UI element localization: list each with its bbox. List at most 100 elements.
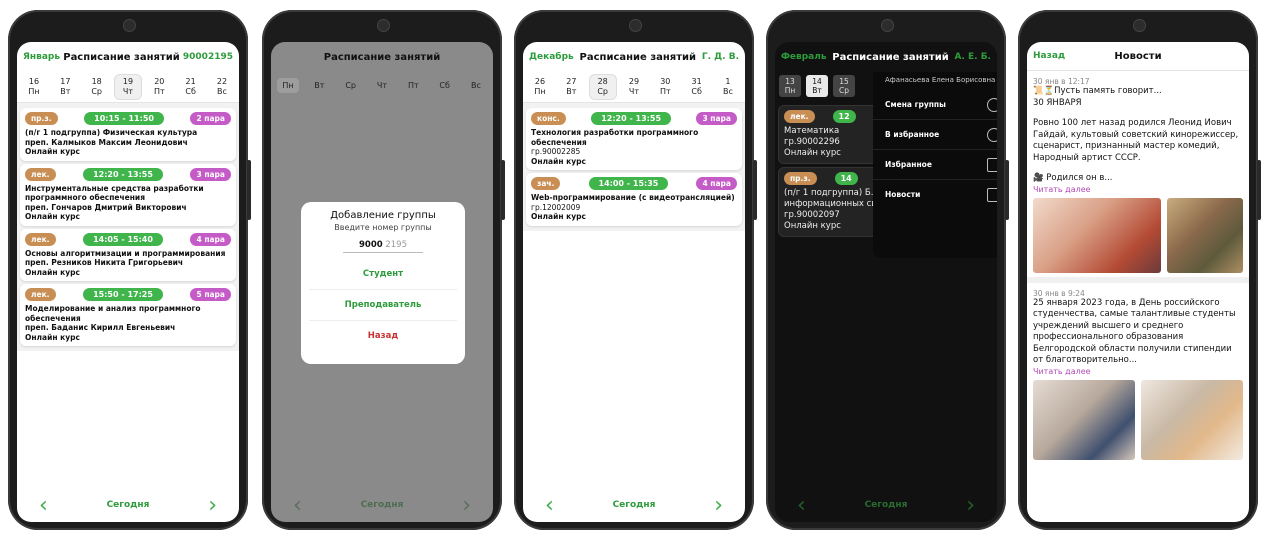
news-line: 25 января 2023 года, в День российского …: [1033, 297, 1236, 366]
user-name: Афанасьева Елена Борисовна: [885, 76, 996, 84]
day-tab-selected[interactable]: 28 Ср: [589, 75, 616, 99]
back-button[interactable]: Назад: [309, 321, 457, 351]
news-date: 30 янв в 9:24: [1033, 288, 1085, 298]
menu-item-favorites[interactable]: Избранное: [873, 150, 997, 180]
today-button[interactable]: Сегодня: [361, 500, 404, 510]
day-tab[interactable]: Пт: [402, 81, 424, 90]
day-tab[interactable]: 20 Пт: [146, 77, 172, 97]
lesson-card[interactable]: лек. 15:50 - 17:25 5 пара Моделирование и …: [20, 284, 236, 346]
lesson-type-badge: пр.з.: [25, 112, 58, 125]
page-title: Расписание занятий: [63, 51, 180, 63]
chevron-left-icon[interactable]: ‹: [39, 493, 48, 518]
day-tab[interactable]: 18 Ср: [84, 77, 110, 97]
day-tab[interactable]: 13 Пн: [779, 75, 801, 97]
chevron-left-icon[interactable]: ‹: [293, 493, 302, 518]
day-of-week: Чт: [628, 87, 640, 96]
chevron-left-icon[interactable]: ‹: [545, 493, 554, 518]
read-more-link[interactable]: Читать далее: [1033, 367, 1243, 376]
day-tab[interactable]: 15 Ср: [833, 75, 855, 97]
today-button[interactable]: Сегодня: [865, 500, 908, 510]
day-number: 20: [154, 77, 165, 86]
header: Расписание занятий: [271, 42, 493, 72]
target-icon: [987, 127, 997, 142]
day-tab[interactable]: 26 Пн: [527, 77, 553, 97]
menu-item-add-favorite[interactable]: В избранное: [873, 120, 997, 150]
lesson-card[interactable]: лек. 12:20 - 13:55 3 пара Инструментальные…: [20, 163, 236, 226]
day-tab[interactable]: 31 Сб: [684, 77, 710, 97]
phone-add-group: Расписание занятий Пн Вт Ср Чт Пт Сб Вс …: [262, 10, 505, 530]
teacher-button[interactable]: Преподаватель: [309, 290, 457, 321]
pair-number-badge: 4 пара: [696, 177, 737, 190]
day-number: 18: [91, 77, 102, 86]
day-tab[interactable]: 30 Пт: [652, 77, 678, 97]
day-number: 29: [628, 77, 640, 86]
lesson-card[interactable]: лек. 14:05 - 15:40 4 пара Основы алгоритми…: [20, 228, 236, 281]
day-number: 26: [534, 77, 546, 86]
month-selector[interactable]: Февраль: [781, 52, 827, 62]
lesson-card[interactable]: зач. 14:00 - 15:35 4 пара Web-программиров…: [526, 173, 742, 226]
lesson-card[interactable]: пр.з. 10:15 - 11:50 2 пара (п/г 1 подгрупп…: [20, 108, 236, 161]
day-of-week: Пн: [534, 87, 546, 96]
month-selector[interactable]: Январь: [23, 52, 60, 62]
dialog-subtitle: Введите номер группы: [334, 223, 432, 232]
group-number-input[interactable]: 9000 2195: [343, 240, 423, 253]
chevron-left-icon[interactable]: ‹: [797, 493, 806, 518]
lesson-type-badge: пр.з.: [784, 172, 817, 185]
page-title: Расписание занятий: [832, 51, 949, 63]
day-tab[interactable]: 21 Сб: [178, 77, 204, 97]
header: Январь Расписание занятий 90002195: [17, 42, 239, 72]
chevron-right-icon[interactable]: ›: [462, 493, 471, 518]
pair-number-badge: 3 пара: [696, 112, 737, 125]
lesson-teacher: преп. Гончаров Дмитрий Викторович: [25, 202, 187, 212]
today-button[interactable]: Сегодня: [613, 500, 656, 510]
month-selector[interactable]: Декабрь: [529, 52, 574, 62]
lesson-subject: (п/г 1 подгруппа) Физическая культура: [25, 128, 198, 137]
header: Февраль Расписание занятий А. Е. Б.: [775, 42, 997, 72]
day-tab[interactable]: Ср: [340, 81, 362, 90]
teacher-selector[interactable]: Г. Д. В.: [702, 52, 739, 62]
day-of-week: Ср: [839, 86, 849, 95]
menu-item-news[interactable]: Новости: [873, 180, 997, 209]
day-tab[interactable]: 16 Пн: [21, 77, 47, 97]
day-tab[interactable]: Чт: [371, 81, 393, 90]
news-line: 30 ЯНВАРЯ: [1033, 97, 1082, 108]
lesson-subject: Инструментальные средства разработки про…: [25, 183, 204, 203]
day-tab[interactable]: 1 Вс: [715, 77, 741, 97]
lesson-list: конс. 12:20 - 13:55 3 пара Технология разр…: [523, 103, 745, 231]
day-tab-selected[interactable]: 14 Вт: [806, 75, 828, 97]
read-more-link[interactable]: Читать далее: [1033, 185, 1243, 194]
day-of-week: Чт: [122, 87, 134, 96]
news-photo[interactable]: [1033, 197, 1162, 273]
chevron-right-icon[interactable]: ›: [966, 493, 975, 518]
news-line: 📜⏳Пусть память говорит...: [1033, 86, 1162, 96]
day-tab[interactable]: Пн: [277, 77, 299, 93]
day-tab-selected[interactable]: 19 Чт: [114, 75, 141, 99]
news-photo[interactable]: [1141, 379, 1243, 460]
chevron-right-icon[interactable]: ›: [714, 493, 723, 518]
news-photo[interactable]: [1167, 197, 1243, 273]
group-selector[interactable]: 90002195: [183, 52, 233, 62]
day-of-week: Пн: [784, 86, 796, 95]
student-button[interactable]: Студент: [309, 259, 457, 290]
lesson-card[interactable]: конс. 12:20 - 13:55 3 пара Технология разр…: [526, 108, 742, 170]
back-button[interactable]: Назад: [1033, 51, 1083, 61]
day-tab[interactable]: 27 Вт: [558, 77, 584, 97]
day-number: 14: [812, 77, 822, 86]
day-tab[interactable]: Вт: [308, 81, 330, 90]
day-tab[interactable]: 22 Вс: [209, 77, 235, 97]
day-of-week: Вс: [217, 87, 227, 96]
day-of-week: Вт: [60, 87, 71, 96]
day-tab[interactable]: Вс: [465, 81, 487, 90]
lesson-format: Онлайн курс: [25, 147, 80, 156]
day-tab[interactable]: Сб: [434, 81, 456, 90]
menu-item-change-group[interactable]: Смена группы: [873, 90, 997, 120]
today-button[interactable]: Сегодня: [107, 500, 150, 510]
chevron-right-icon[interactable]: ›: [208, 493, 217, 518]
day-tab[interactable]: 17 Вт: [52, 77, 78, 97]
header: Декабрь Расписание занятий Г. Д. В.: [523, 42, 745, 72]
day-tab[interactable]: 29 Чт: [621, 77, 647, 97]
lesson-subject: Технология разработки программного обесп…: [531, 128, 699, 147]
teacher-selector[interactable]: А. Е. Б.: [954, 52, 991, 62]
news-photo[interactable]: [1033, 379, 1135, 460]
day-number: 1: [725, 77, 731, 86]
